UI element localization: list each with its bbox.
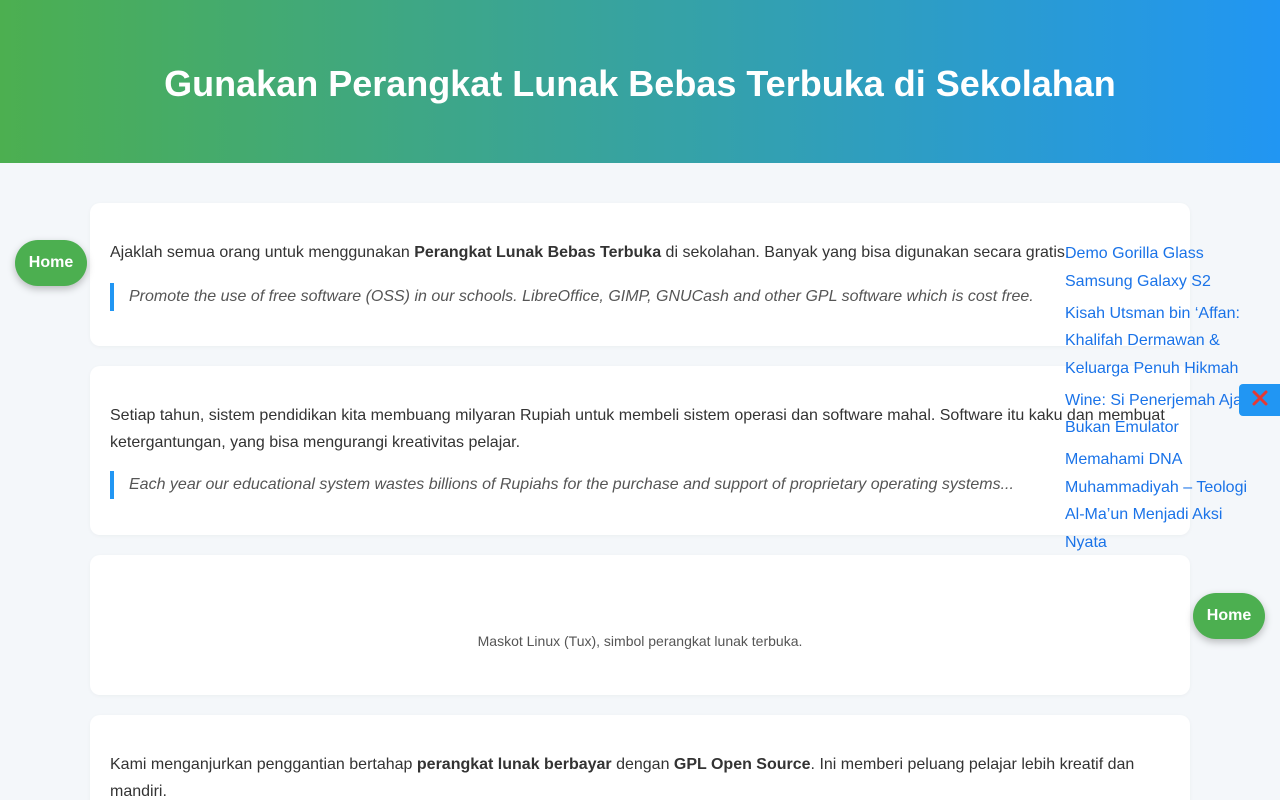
cost-text: Setiap tahun, sistem pendidikan kita mem… — [110, 407, 1165, 451]
recommendation-bold-2: GPL Open Source — [673, 756, 811, 773]
home-button-left[interactable]: Home — [15, 240, 87, 286]
close-sidebar-button[interactable] — [1239, 384, 1280, 416]
close-icon — [1252, 390, 1268, 411]
page-header: Gunakan Perangkat Lunak Bebas Terbuka di… — [0, 0, 1280, 163]
home-button-right[interactable]: Home — [1193, 593, 1265, 639]
recommendation-text-2: dengan — [611, 756, 674, 773]
recommendation-bold-1: perangkat lunak berbayar — [416, 756, 612, 773]
cost-quote: Each year our educational system wastes … — [110, 471, 1170, 499]
image-card: Maskot Linux (Tux), simbol perangkat lun… — [90, 555, 1190, 695]
recommendation-text: Kami menganjurkan penggantian bertahap p… — [110, 751, 1170, 800]
cost-card: Setiap tahun, sistem pendidikan kita mem… — [90, 366, 1190, 535]
intro-text: Ajaklah semua orang untuk menggunakan Pe… — [110, 239, 1190, 266]
intro-text-bold: Perangkat Lunak Bebas Terbuka — [414, 244, 662, 261]
intro-text-after: di sekolahan. Banyak yang bisa digunakan… — [661, 244, 1070, 261]
intro-quote: Promote the use of free software (OSS) i… — [110, 283, 1170, 311]
related-link-utsman[interactable]: Kisah Utsman bin ‘Affan: Khalifah Dermaw… — [1065, 300, 1265, 383]
related-link-gorilla-glass[interactable]: Demo Gorilla Glass Samsung Galaxy S2 — [1065, 240, 1265, 295]
related-link-wine[interactable]: Wine: Si Penerjemah Aja, Bukan Emulator — [1065, 387, 1265, 442]
intro-card: Ajaklah semua orang untuk menggunakan Pe… — [90, 203, 1190, 346]
recommendation-text-1: Kami menganjurkan penggantian bertahap — [110, 756, 417, 773]
image-caption: Maskot Linux (Tux), simbol perangkat lun… — [477, 633, 803, 649]
related-links: Demo Gorilla Glass Samsung Galaxy S2 Kis… — [1065, 240, 1265, 561]
intro-text-before: Ajaklah semua orang untuk menggunakan — [110, 244, 415, 261]
recommendation-card: Kami menganjurkan penggantian bertahap p… — [90, 715, 1190, 800]
related-link-muhammadiyah[interactable]: Memahami DNA Muhammadiyah – Teologi Al-M… — [1065, 446, 1265, 556]
page-title: Gunakan Perangkat Lunak Bebas Terbuka di… — [164, 62, 1116, 104]
